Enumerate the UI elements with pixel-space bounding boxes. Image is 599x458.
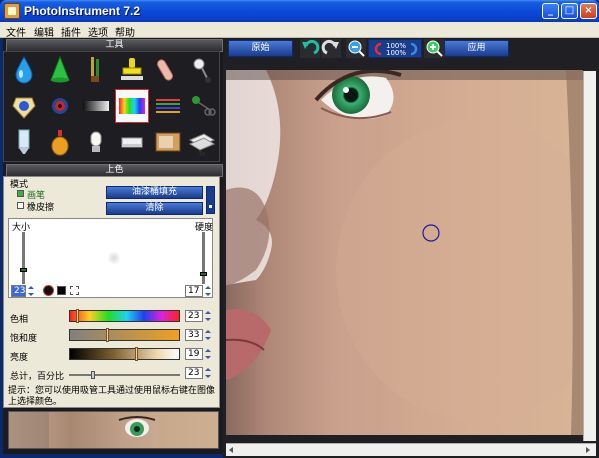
square-brush-shape-icon[interactable]: [57, 286, 66, 295]
menu-file[interactable]: 文件: [6, 24, 26, 39]
custom-brush-shape-icon[interactable]: [70, 286, 79, 295]
menu-help[interactable]: 帮助: [115, 24, 135, 39]
fit-right-icon: [410, 42, 418, 56]
brightness-slider[interactable]: [69, 347, 180, 361]
redo-icon[interactable]: [321, 39, 341, 58]
undo-icon[interactable]: [300, 39, 320, 58]
hue-label: 色相: [10, 315, 29, 325]
scroll-right-icon[interactable]: [586, 447, 590, 453]
gem-tool-icon[interactable]: [8, 90, 40, 122]
top-toolbar: 原始 100% 100% 应用: [223, 38, 599, 60]
panel-scroll-handle[interactable]: [206, 186, 215, 214]
fit-left-icon: [374, 42, 382, 56]
hint-text: 提示：您可以使用吸管工具通过使用鼠标右键在图像上选择颜色。: [8, 386, 216, 407]
window-title: PhotoInstrument 7.2: [24, 4, 141, 18]
brush-preview: [8, 218, 213, 298]
perfume-tool-icon[interactable]: [44, 126, 76, 158]
eraser-checkbox[interactable]: [17, 202, 24, 209]
saturation-slider-thumb[interactable]: [106, 328, 109, 342]
zoom-level-box[interactable]: 100% 100%: [368, 39, 422, 58]
hue-slider-thumb[interactable]: [76, 309, 79, 323]
smudge-tool-icon[interactable]: [152, 54, 184, 86]
face-photo-image: [226, 70, 583, 435]
hardness-slider[interactable]: [200, 232, 207, 284]
svg-text:Te: Te: [197, 150, 205, 158]
maximize-button[interactable]: □: [561, 3, 578, 19]
total-percent-label: 总计，百分比: [10, 372, 65, 382]
round-brush-shape-icon[interactable]: [43, 285, 54, 296]
tube-tool-icon[interactable]: [8, 126, 40, 158]
saturation-spinner-arrows[interactable]: [204, 329, 213, 341]
zoom-in-icon[interactable]: [424, 39, 444, 58]
apply-button[interactable]: 应用: [444, 40, 509, 57]
size-label: 大小: [12, 223, 31, 233]
image-canvas[interactable]: [226, 70, 583, 435]
saturation-input[interactable]: 33: [185, 329, 203, 341]
mode-label: 模式: [10, 180, 29, 190]
thumbnail-face-image: [9, 412, 218, 448]
eraser-label: 橡皮擦: [27, 203, 55, 213]
hardness-slider-thumb[interactable]: [200, 272, 207, 276]
vertical-scrollbar[interactable]: [583, 71, 596, 441]
app-window: PhotoInstrument 7.2 _ □ × 文件 编辑 插件 选项 帮助…: [0, 0, 599, 458]
rainbow-color-tool-icon: [119, 98, 145, 114]
saturation-slider[interactable]: [69, 328, 180, 342]
hue-slider[interactable]: [69, 309, 180, 323]
blue-drop-tool-icon[interactable]: [8, 54, 40, 86]
color-lines-tool-icon[interactable]: [152, 90, 184, 122]
tv-tool-icon[interactable]: [152, 126, 184, 158]
green-cone-tool-icon[interactable]: [44, 54, 76, 86]
hue-spinner-arrows[interactable]: [204, 310, 213, 322]
zoom-out-icon[interactable]: [346, 39, 366, 58]
scroll-left-icon[interactable]: [229, 447, 233, 453]
brushes-tool-icon[interactable]: [80, 54, 112, 86]
title-bar[interactable]: PhotoInstrument 7.2 _ □ ×: [0, 0, 599, 22]
zoom-level-bottom: 100%: [385, 49, 406, 57]
brightness-slider-thumb[interactable]: [135, 347, 138, 361]
menu-edit[interactable]: 编辑: [34, 24, 54, 39]
horizontal-scrollbar[interactable]: [226, 443, 596, 456]
clear-button[interactable]: 清除: [106, 202, 203, 215]
canvas-area: [223, 60, 599, 458]
pin-tool-icon[interactable]: [186, 54, 218, 86]
brightness-label: 亮度: [10, 353, 29, 363]
text-layers-tool-icon[interactable]: Te: [186, 126, 218, 158]
color-tool-selected[interactable]: [115, 89, 149, 123]
red-eye-tool-icon[interactable]: [44, 90, 76, 122]
hardness-input[interactable]: 17: [185, 285, 203, 297]
scissors-tool-icon[interactable]: [186, 90, 218, 122]
eraser-tool-icon[interactable]: [116, 126, 148, 158]
stamp-tool-icon[interactable]: [116, 54, 148, 86]
tools-grid: Te: [3, 51, 220, 162]
hue-input[interactable]: 23: [185, 310, 203, 322]
brightness-input[interactable]: 19: [185, 348, 203, 360]
menu-plugins[interactable]: 插件: [61, 24, 81, 39]
gradient-tool-icon[interactable]: [80, 90, 112, 122]
close-button[interactable]: ×: [580, 3, 597, 19]
brush-preview-dot: [107, 251, 121, 265]
flood-fill-button[interactable]: 油漆桶填充: [106, 186, 203, 199]
size-input[interactable]: 23: [11, 285, 26, 297]
saturation-label: 饱和度: [10, 334, 38, 344]
original-button[interactable]: 原始: [228, 40, 293, 57]
navigator-thumbnail[interactable]: [8, 411, 219, 449]
total-percent-slider-thumb[interactable]: [91, 371, 95, 379]
total-percent-input[interactable]: 23: [185, 367, 203, 379]
minimize-button[interactable]: _: [542, 3, 559, 19]
hardness-spinner-arrows[interactable]: [204, 285, 213, 297]
size-slider-thumb[interactable]: [20, 268, 27, 272]
size-slider[interactable]: [20, 232, 27, 284]
menu-bar: 文件 编辑 插件 选项 帮助: [0, 22, 599, 39]
size-spinner-arrows[interactable]: [27, 285, 36, 297]
total-percent-spinner-arrows[interactable]: [204, 367, 213, 379]
total-percent-slider[interactable]: [69, 371, 180, 379]
menu-options[interactable]: 选项: [88, 24, 108, 39]
brightness-spinner-arrows[interactable]: [204, 348, 213, 360]
app-icon[interactable]: [4, 3, 20, 19]
brush-checkbox[interactable]: [17, 190, 24, 197]
bulb-tool-icon[interactable]: [80, 126, 112, 158]
